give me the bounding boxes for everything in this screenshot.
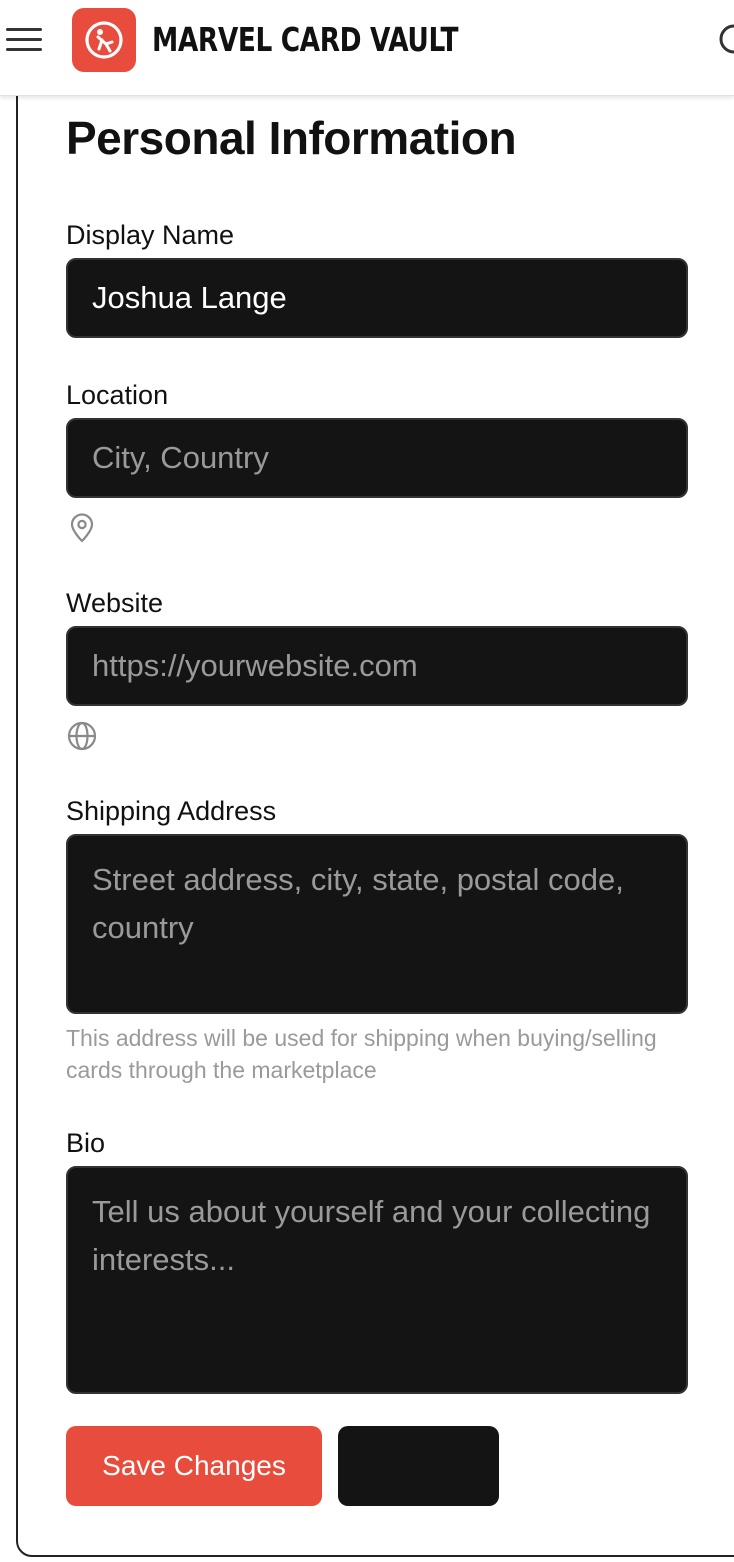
map-pin-icon bbox=[66, 512, 98, 544]
location-input[interactable] bbox=[66, 418, 688, 498]
globe-icon bbox=[66, 720, 98, 752]
brand-name[interactable]: MARVEL CARD VAULT bbox=[152, 18, 459, 62]
website-label: Website bbox=[66, 588, 164, 618]
save-changes-button[interactable]: Save Changes bbox=[66, 1426, 322, 1506]
secondary-action-button[interactable] bbox=[338, 1426, 499, 1506]
display-name-input[interactable] bbox=[66, 258, 688, 338]
bio-textarea[interactable] bbox=[66, 1166, 688, 1394]
shipping-address-textarea[interactable] bbox=[66, 834, 688, 1014]
bio-label: Bio bbox=[66, 1128, 106, 1158]
top-navbar: MARVEL CARD VAULT bbox=[0, 0, 734, 96]
shipping-address-label: Shipping Address bbox=[66, 796, 277, 826]
location-label: Location bbox=[66, 380, 169, 410]
flying-hero-logo-icon[interactable] bbox=[72, 8, 136, 72]
section-title: Personal Information bbox=[66, 112, 517, 164]
website-input[interactable] bbox=[66, 626, 688, 706]
search-icon[interactable] bbox=[712, 22, 734, 58]
hamburger-menu-icon[interactable] bbox=[4, 22, 44, 56]
display-name-label: Display Name bbox=[66, 220, 235, 250]
shipping-address-helper-text: This address will be used for shipping w… bbox=[66, 1025, 657, 1083]
